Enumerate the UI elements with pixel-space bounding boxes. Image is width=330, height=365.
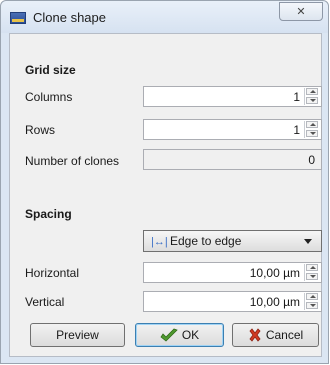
- vertical-stepper: [304, 293, 320, 310]
- vertical-spinbox[interactable]: 10,00 µm: [143, 291, 322, 312]
- vertical-up-arrow-icon[interactable]: [306, 293, 318, 300]
- horizontal-up-arrow-icon[interactable]: [306, 264, 318, 271]
- grid-size-heading: Grid size: [25, 63, 76, 77]
- ok-button-label: OK: [181, 328, 200, 342]
- preview-button-label: Preview: [56, 328, 99, 342]
- rows-label: Rows: [25, 123, 56, 137]
- clone-shape-dialog: Clone shape ✕ Grid size Columns 1 Rows 1…: [0, 0, 329, 364]
- horizontal-value: 10,00 µm: [249, 266, 300, 280]
- cancel-button-label: Cancel: [265, 328, 304, 342]
- columns-up-arrow-icon[interactable]: [306, 88, 318, 95]
- vertical-value: 10,00 µm: [249, 295, 300, 309]
- ok-button[interactable]: OK: [135, 323, 224, 347]
- number-of-clones-value: 0: [308, 153, 315, 167]
- horizontal-down-arrow-icon[interactable]: [306, 273, 318, 280]
- rows-stepper: [304, 121, 320, 138]
- vertical-down-arrow-icon[interactable]: [306, 302, 318, 309]
- rows-up-arrow-icon[interactable]: [306, 121, 318, 128]
- vertical-label: Vertical: [25, 295, 65, 309]
- rows-spinbox[interactable]: 1: [143, 119, 322, 140]
- horizontal-label: Horizontal: [25, 266, 80, 280]
- horizontal-stepper: [304, 264, 320, 281]
- spacing-mode-value: Edge to edge: [170, 234, 242, 248]
- columns-stepper: [304, 88, 320, 105]
- spacing-heading: Spacing: [25, 207, 72, 221]
- x-mark-icon: [249, 328, 261, 342]
- close-button[interactable]: ✕: [279, 2, 323, 21]
- rows-value: 1: [293, 123, 300, 137]
- rows-down-arrow-icon[interactable]: [306, 130, 318, 137]
- edge-to-edge-icon: |↔|: [151, 236, 168, 248]
- number-of-clones-label: Number of clones: [25, 154, 120, 168]
- title-bar: Clone shape ✕: [1, 1, 328, 33]
- dialog-body: Grid size Columns 1 Rows 1 Number of clo…: [9, 33, 322, 357]
- horizontal-spinbox[interactable]: 10,00 µm: [143, 262, 322, 283]
- columns-down-arrow-icon[interactable]: [306, 97, 318, 104]
- cancel-button[interactable]: Cancel: [232, 323, 319, 347]
- window-title: Clone shape: [33, 10, 106, 25]
- columns-spinbox[interactable]: 1: [143, 86, 322, 107]
- number-of-clones-field: 0: [143, 149, 322, 170]
- chevron-down-icon: [304, 239, 312, 244]
- columns-value: 1: [293, 90, 300, 104]
- preview-button[interactable]: Preview: [30, 323, 125, 347]
- check-arrow-icon: [160, 328, 178, 342]
- spacing-mode-dropdown[interactable]: |↔| Edge to edge: [143, 230, 322, 252]
- app-icon: [10, 12, 26, 24]
- close-icon: ✕: [296, 6, 306, 18]
- columns-label: Columns: [25, 90, 73, 104]
